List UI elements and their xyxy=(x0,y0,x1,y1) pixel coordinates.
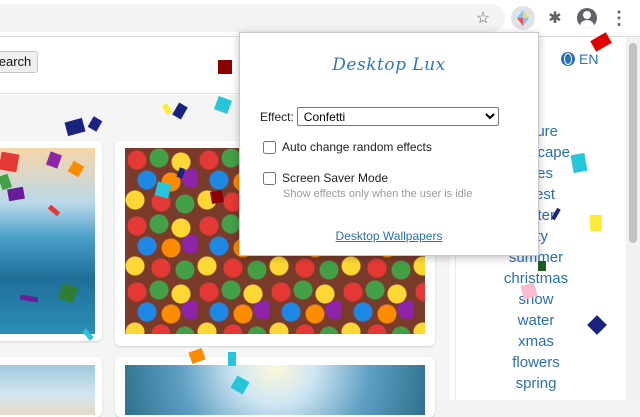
screen-saver-label: Screen Saver Mode xyxy=(282,171,389,185)
tag-link[interactable]: flowers xyxy=(456,354,616,371)
avatar-icon[interactable] xyxy=(575,6,599,30)
language-label: EN xyxy=(579,51,599,67)
auto-change-checkbox[interactable] xyxy=(263,140,276,154)
tag-link[interactable]: christmas xyxy=(456,270,616,287)
search-button[interactable]: earch xyxy=(0,51,38,73)
confetti-piece xyxy=(218,60,232,74)
effect-row: Effect: Confetti xyxy=(260,107,499,126)
page-scrollbar[interactable] xyxy=(626,37,640,400)
screen-saver-checkbox[interactable] xyxy=(263,171,276,185)
effect-select[interactable]: Confetti xyxy=(296,107,499,126)
auto-change-label: Auto change random effects xyxy=(282,140,432,154)
confetti-piece xyxy=(538,261,546,271)
desktop-lux-icon[interactable] xyxy=(511,6,535,30)
auto-change-option[interactable]: Auto change random effects xyxy=(263,140,432,154)
confetti-piece xyxy=(0,151,20,173)
wallpaper-thumbnail[interactable] xyxy=(0,365,95,415)
effect-label: Effect: xyxy=(260,109,294,124)
wallpaper-thumbnail[interactable] xyxy=(0,148,95,334)
puzzle-icon[interactable]: ✱ xyxy=(543,6,567,30)
wallpaper-thumbnail[interactable] xyxy=(125,365,425,415)
confetti-piece xyxy=(590,215,602,231)
language-selector[interactable]: EN xyxy=(561,51,598,67)
kebab-menu-icon[interactable]: ⋮ xyxy=(607,6,631,30)
star-icon[interactable]: ☆ xyxy=(471,6,495,30)
wallpaper-card[interactable] xyxy=(115,357,435,417)
confetti-piece xyxy=(210,190,224,204)
scrollbar-thumb[interactable] xyxy=(629,43,637,243)
tag-link[interactable]: xmas xyxy=(456,333,616,350)
address-bar[interactable] xyxy=(0,4,505,32)
wallpaper-card[interactable] xyxy=(0,357,102,417)
globe-icon xyxy=(561,52,575,66)
confetti-piece xyxy=(570,152,588,174)
diamond-icon xyxy=(517,10,529,26)
popup-title: Desktop Lux xyxy=(332,55,446,75)
desktop-wallpapers-link[interactable]: Desktop Wallpapers xyxy=(240,229,538,243)
tag-link[interactable]: spring xyxy=(456,375,616,392)
screen-saver-option[interactable]: Screen Saver Mode xyxy=(263,171,388,185)
screen-saver-hint: Show effects only when the user is idle xyxy=(283,188,473,200)
desktop-lux-popup: Desktop Lux Effect: Confetti Auto change… xyxy=(239,32,539,256)
confetti-piece xyxy=(228,352,236,366)
